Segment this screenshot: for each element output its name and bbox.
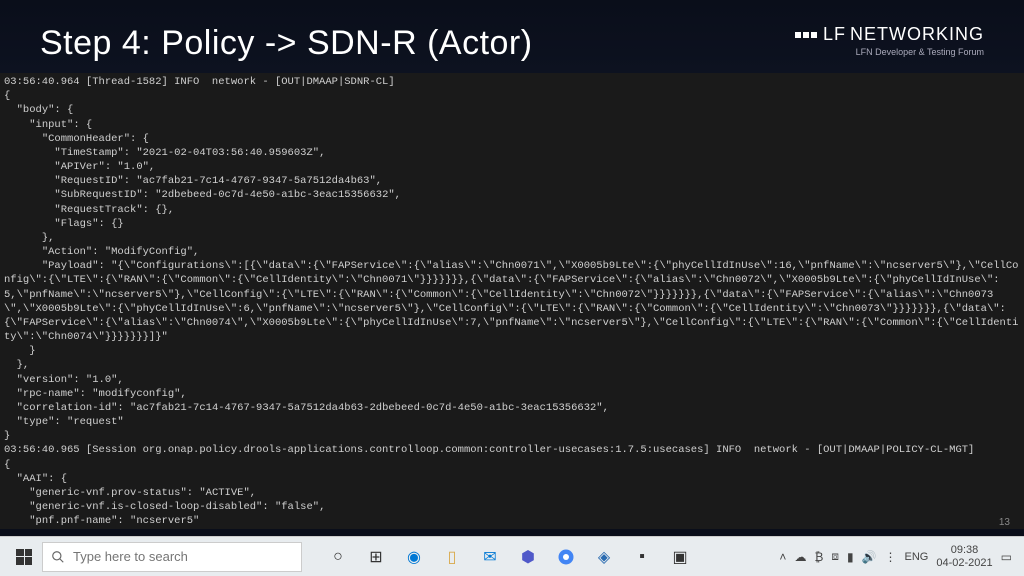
- terminal-icon[interactable]: ▣: [662, 541, 698, 573]
- mail-icon[interactable]: ✉: [472, 541, 508, 573]
- dropbox-icon[interactable]: ⧈: [831, 549, 839, 564]
- start-button[interactable]: [6, 541, 42, 573]
- page-number: 13: [999, 517, 1010, 528]
- wifi-icon[interactable]: ⋮: [885, 550, 897, 564]
- task-view-icon[interactable]: ⊞: [358, 541, 394, 573]
- logo-text: LF: [823, 24, 846, 45]
- taskbar-search[interactable]: [42, 542, 302, 572]
- virtualbox-icon[interactable]: ◈: [586, 541, 622, 573]
- slide-header: Step 4: Policy -> SDN-R (Actor) LF NETWO…: [0, 0, 1024, 73]
- terminal-output: 03:56:40.964 [Thread-1582] INFO network …: [0, 73, 1024, 529]
- chevron-up-icon[interactable]: ˄: [779, 550, 786, 564]
- volume-icon[interactable]: 🔊: [862, 550, 877, 564]
- taskbar-pinned-apps: ○ ⊞ ◉ ▯ ✉ ⬢ ◈ ▪ ▣: [320, 541, 698, 573]
- language-indicator[interactable]: ENG: [905, 551, 929, 563]
- windows-taskbar: ○ ⊞ ◉ ▯ ✉ ⬢ ◈ ▪ ▣ ˄ ☁ ₿ ⧈ ▮ 🔊 ⋮ ENG 09:3…: [0, 536, 1024, 576]
- windows-icon: [16, 549, 32, 565]
- edge-icon[interactable]: ◉: [396, 541, 432, 573]
- notifications-icon[interactable]: ▭: [1001, 550, 1012, 564]
- cmd-icon[interactable]: ▪: [624, 541, 660, 573]
- clock-time: 09:38: [936, 544, 992, 556]
- bluetooth-icon[interactable]: ₿: [814, 550, 823, 564]
- clock-date: 04-02-2021: [936, 557, 992, 569]
- system-tray: ˄ ☁ ₿ ⧈ ▮ 🔊 ⋮ ENG 09:38 04-02-2021 ▭: [779, 544, 1018, 568]
- explorer-icon[interactable]: ▯: [434, 541, 470, 573]
- search-input[interactable]: [73, 549, 293, 564]
- teams-icon[interactable]: ⬢: [510, 541, 546, 573]
- logo-block: LF NETWORKING LFN Developer & Testing Fo…: [795, 24, 984, 57]
- lf-logo-icon: [795, 32, 817, 38]
- taskbar-clock[interactable]: 09:38 04-02-2021: [936, 544, 992, 568]
- logo-brand: NETWORKING: [850, 24, 984, 45]
- slide-title: Step 4: Policy -> SDN-R (Actor): [40, 24, 533, 63]
- onedrive-icon[interactable]: ☁: [794, 550, 806, 564]
- logo-subtitle: LFN Developer & Testing Forum: [795, 47, 984, 57]
- battery-icon[interactable]: ▮: [847, 550, 854, 564]
- search-icon: [51, 550, 65, 564]
- chrome-icon[interactable]: [548, 541, 584, 573]
- cortana-icon[interactable]: ○: [320, 541, 356, 573]
